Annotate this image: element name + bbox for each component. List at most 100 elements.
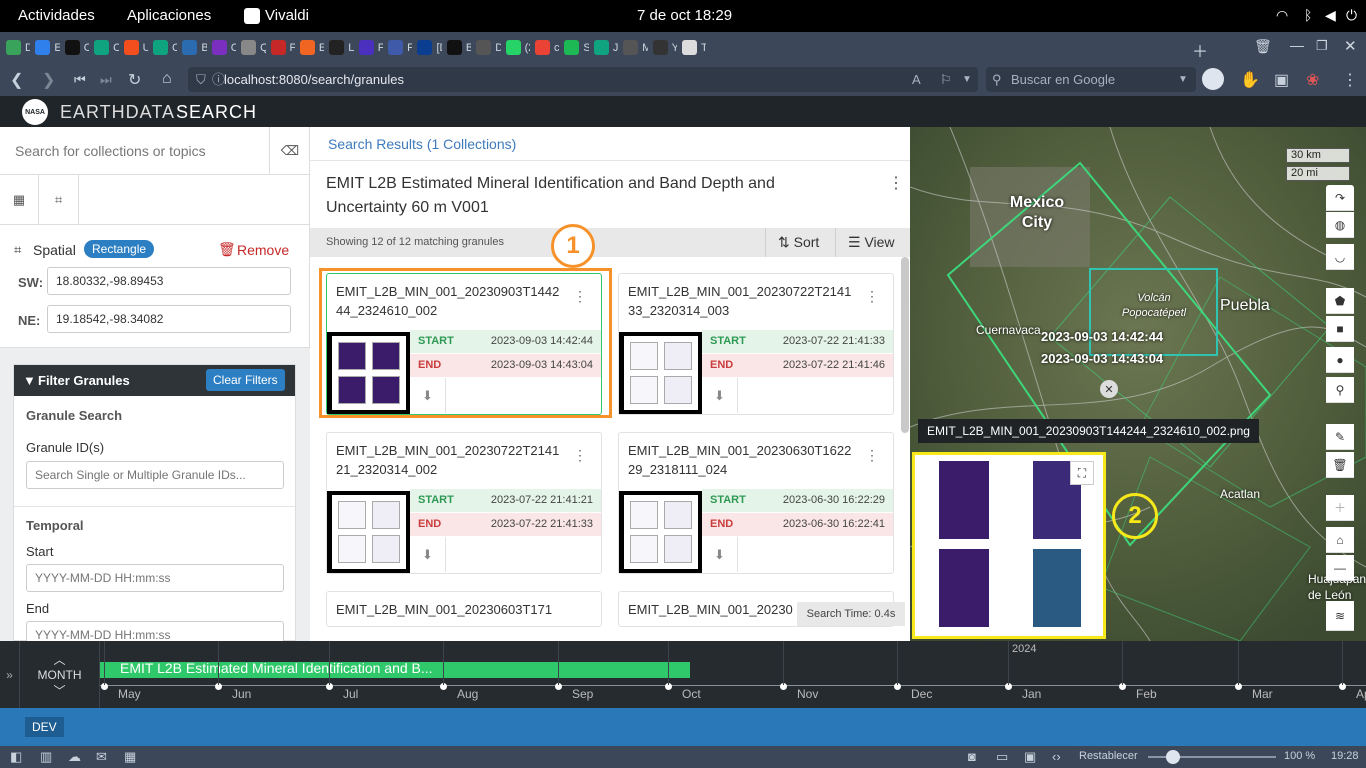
rectangle-icon[interactable]: ■: [1326, 316, 1354, 342]
download-icon[interactable]: ⬇: [410, 537, 446, 572]
url-field[interactable]: ⛉ ⓘ localhost:8080/search/granules A ⚐ ▼: [188, 67, 978, 92]
browser-tab[interactable]: Pe: [270, 35, 295, 61]
wifi-icon[interactable]: ◠: [1276, 7, 1288, 24]
tab-tiling-icon[interactable]: ▥: [40, 749, 52, 765]
browser-tab[interactable]: (2: [505, 35, 530, 61]
delete-shape-icon[interactable]: 🗑: [1326, 452, 1354, 478]
image-icon[interactable]: ▣: [1024, 749, 1036, 765]
code-icon[interactable]: ‹›: [1052, 749, 1061, 764]
power-icon[interactable]: ⏻: [1346, 7, 1357, 24]
browser-tab[interactable]: Mi: [623, 35, 648, 61]
forward-icon[interactable]: ❯: [42, 70, 55, 90]
download-icon[interactable]: ⬇: [702, 378, 738, 413]
browser-tab[interactable]: Fi: [388, 35, 412, 61]
browser-tab[interactable]: JD: [593, 35, 618, 61]
new-tab-button[interactable]: ＋: [1192, 38, 1208, 62]
home-extent-icon[interactable]: ⌂: [1326, 527, 1354, 553]
browser-tab[interactable]: Da: [6, 35, 30, 61]
zoom-slider-handle[interactable]: [1166, 750, 1180, 764]
rewind-icon[interactable]: ⏮: [74, 72, 86, 88]
projection-icon[interactable]: ◡: [1326, 244, 1354, 270]
home-icon[interactable]: ⌂: [162, 70, 172, 88]
sync-icon[interactable]: ☁: [68, 749, 81, 765]
browser-tab[interactable]: Sp: [564, 35, 589, 61]
calendar-status-icon[interactable]: ▦: [124, 749, 136, 765]
collection-search-input[interactable]: Search for collections or topics: [15, 143, 206, 159]
timeline[interactable]: » ︿ MONTH ﹀ EMIT L2B Estimated Mineral I…: [0, 641, 1366, 708]
granule-preview[interactable]: ⛶: [912, 452, 1106, 639]
window-icon[interactable]: ▭: [996, 749, 1008, 765]
search-engine-field[interactable]: ⚲ Buscar en Google ▼: [986, 67, 1196, 92]
layers-icon[interactable]: ≋: [1326, 601, 1354, 631]
close-window-button[interactable]: ✕: [1344, 37, 1357, 55]
results-scrollbar[interactable]: [901, 257, 909, 433]
browser-tab[interactable]: Qu: [241, 35, 266, 61]
dropdown-icon[interactable]: ▼: [962, 67, 972, 92]
back-icon[interactable]: ❮: [10, 70, 23, 90]
browser-tab[interactable]: Cr: [152, 35, 177, 61]
browser-tab[interactable]: Ur: [123, 35, 148, 61]
capture-icon[interactable]: ◙: [968, 749, 976, 764]
wallet-icon[interactable]: ▣: [1274, 70, 1289, 90]
volume-icon[interactable]: ◀: [1325, 7, 1336, 24]
zoom-up-icon[interactable]: ︿: [20, 651, 99, 668]
eraser-icon[interactable]: ⌫: [269, 127, 310, 175]
rotate-icon[interactable]: ↷: [1326, 185, 1354, 211]
zoom-in-icon[interactable]: ＋: [1326, 495, 1354, 521]
temporal-start-input[interactable]: [26, 564, 284, 592]
download-icon[interactable]: ⬇: [702, 537, 738, 572]
browser-tab[interactable]: Pi: [358, 35, 383, 61]
map-view[interactable]: 30 km 20 mi Mexico City Puebla Cuernavac…: [910, 127, 1366, 641]
app-name[interactable]: Vivaldi: [265, 7, 309, 24]
profile-avatar[interactable]: [1202, 68, 1224, 90]
calendar-icon[interactable]: ▦: [0, 175, 39, 225]
browser-tab[interactable]: Bo: [446, 35, 471, 61]
sort-button[interactable]: ⇅ Sort: [765, 228, 835, 257]
browser-tab[interactable]: Es: [299, 35, 324, 61]
extension-icon[interactable]: ✋: [1240, 70, 1260, 90]
granule-card[interactable]: EMIT_L2B_MIN_001_20230722T214121_2320314…: [326, 432, 602, 574]
zoom-down-icon[interactable]: ﹀: [20, 682, 99, 699]
search-dropdown-icon[interactable]: ▼: [1178, 67, 1188, 92]
brand-search[interactable]: SEARCH: [176, 102, 257, 123]
browser-tab[interactable]: Tr: [681, 35, 706, 61]
bookmark-icon[interactable]: ⚐: [940, 67, 952, 92]
fast-forward-icon[interactable]: ⏭: [100, 72, 112, 88]
circle-icon[interactable]: ●: [1326, 347, 1354, 373]
granule-menu-icon[interactable]: ⋮: [865, 447, 879, 464]
sw-coordinates-input[interactable]: [47, 267, 291, 295]
view-button[interactable]: ☰ View: [835, 228, 910, 257]
globe-icon[interactable]: ◍: [1326, 212, 1354, 238]
trash-icon[interactable]: 🗑: [1254, 38, 1272, 55]
browser-tab[interactable]: Es: [35, 35, 60, 61]
granule-card[interactable]: EMIT_L2B_MIN_001_20230630T162229_2318111…: [618, 432, 894, 574]
browser-tab[interactable]: Yo: [652, 35, 677, 61]
mail-icon[interactable]: ✉: [96, 749, 107, 765]
point-icon[interactable]: ⚲: [1326, 377, 1354, 403]
browser-tab[interactable]: co: [535, 35, 559, 61]
granule-card[interactable]: EMIT_L2B_MIN_001_20230603T171: [326, 591, 602, 627]
granule-thumbnail[interactable]: [327, 491, 410, 573]
reload-icon[interactable]: ↻: [128, 70, 141, 90]
nasa-logo[interactable]: NASA: [22, 99, 48, 125]
applications-menu[interactable]: Aplicaciones: [127, 7, 211, 24]
polygon-icon[interactable]: ⬟: [1326, 288, 1354, 314]
granule-menu-icon[interactable]: ⋮: [573, 447, 587, 464]
maximize-button[interactable]: ❐: [1316, 38, 1328, 54]
browser-tab[interactable]: Ol: [94, 35, 119, 61]
collection-menu-icon[interactable]: ⋮: [888, 173, 904, 193]
browser-tab[interactable]: Ca: [211, 35, 236, 61]
browser-tab[interactable]: Ol: [64, 35, 89, 61]
browser-tab[interactable]: Dc: [476, 35, 501, 61]
granule-thumbnail[interactable]: [619, 491, 702, 573]
panel-toggle-icon[interactable]: ◧: [10, 749, 22, 765]
minimize-button[interactable]: —: [1290, 37, 1304, 53]
brand-earthdata[interactable]: EARTHDATA: [60, 102, 175, 123]
remove-spatial-link[interactable]: Remove: [237, 242, 289, 258]
granule-ids-input[interactable]: [26, 461, 284, 489]
crop-icon[interactable]: ⌗: [39, 175, 79, 225]
expand-icon[interactable]: ⛶: [1070, 461, 1094, 485]
granule-thumbnail[interactable]: [619, 332, 702, 414]
close-icon[interactable]: ✕: [1100, 380, 1118, 398]
clock[interactable]: 7 de oct 18:29: [637, 7, 732, 24]
